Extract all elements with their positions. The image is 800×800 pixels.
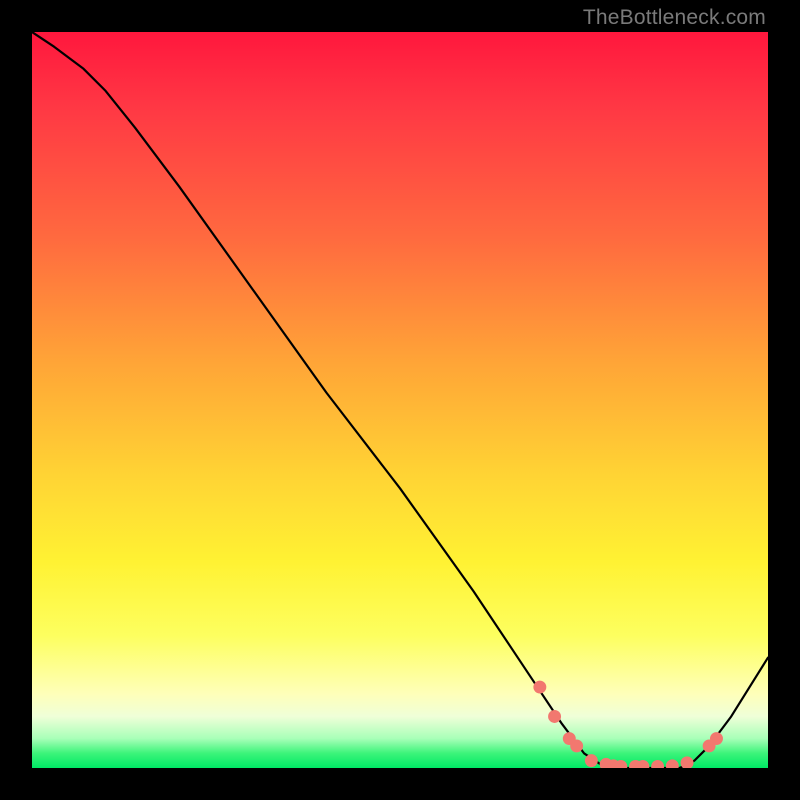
plot-area [30,30,770,770]
marker-dot [681,756,694,768]
watermark-text: TheBottleneck.com [583,6,766,30]
marker-dot [585,754,598,767]
marker-dot [533,681,546,694]
marker-dot [548,710,561,723]
bottleneck-curve [32,32,768,768]
marker-dots [533,681,723,768]
chart-frame: TheBottleneck.com [0,0,800,800]
marker-dot [614,760,627,768]
marker-dot [563,732,576,745]
marker-dot [666,759,679,768]
marker-dot [629,760,642,768]
curve-svg [32,32,768,768]
marker-dot [636,760,649,768]
marker-dot [607,759,620,768]
marker-dot [570,739,583,752]
marker-dot [651,760,664,768]
marker-dot [703,739,716,752]
marker-dot [710,732,723,745]
marker-dot [600,758,613,768]
